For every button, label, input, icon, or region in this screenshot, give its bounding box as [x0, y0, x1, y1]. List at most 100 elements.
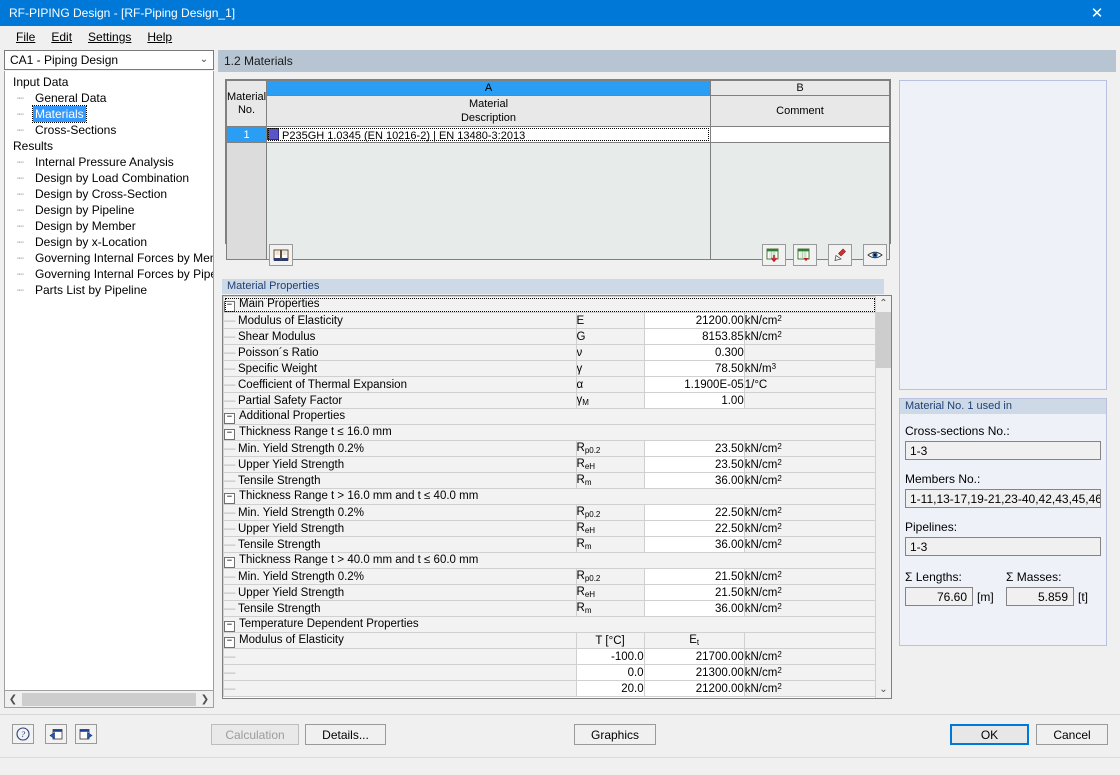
table-row[interactable]: 1 P235GH 1.0345 (EN 10216-2) | EN 13480-…	[226, 126, 890, 143]
property-row[interactable]: — Coefficient of Thermal Expansion α 1.19…	[223, 376, 877, 393]
collapse-expander-icon[interactable]: −	[224, 636, 235, 648]
sidebar-item-design-by-member[interactable]: ┈ Design by Member	[5, 218, 213, 234]
temp-value[interactable]: 0.0	[575, 664, 645, 681]
ok-button[interactable]: OK	[950, 724, 1029, 745]
group-thickness-range-2[interactable]: − Thickness Range t > 16.0 mm and t ≤ 40.…	[223, 488, 876, 505]
group-main-properties[interactable]: − Main Properties	[223, 296, 876, 313]
property-row[interactable]: — -100.0 21700.00 kN/cm2	[223, 648, 877, 665]
group-modulus-of-elasticity-temp[interactable]: − Modulus of Elasticity	[223, 632, 577, 649]
property-row[interactable]: — Modulus of Elasticity E 21200.00 kN/cm2	[223, 312, 877, 329]
view-material-button[interactable]	[863, 244, 887, 266]
sidebar-item-governing-internal-forces-by-pipeline[interactable]: ┈ Governing Internal Forces by Pipeline	[5, 266, 213, 282]
property-row[interactable]: — Min. Yield Strength 0.2% Rp0.2 23.50 kN…	[223, 440, 877, 457]
property-row[interactable]: — Shear Modulus G 8153.85 kN/cm2	[223, 328, 877, 345]
close-icon[interactable]: ✕	[1074, 0, 1120, 26]
pick-material-button[interactable]	[828, 244, 852, 266]
et-value[interactable]: 21200.00	[643, 680, 745, 697]
collapse-expander-icon[interactable]: −	[224, 556, 235, 568]
property-value[interactable]: 23.50	[643, 456, 745, 473]
column-header-a[interactable]: A	[266, 80, 711, 96]
material-description-cell[interactable]: P235GH 1.0345 (EN 10216-2) | EN 13480-3:…	[266, 126, 711, 143]
group-additional-properties[interactable]: − Additional Properties	[223, 408, 876, 425]
property-row[interactable]: — Tensile Strength Rm 36.00 kN/cm2	[223, 600, 877, 617]
property-group-row[interactable]: − Thickness Range t > 40.0 mm and t ≤ 60.…	[223, 552, 876, 569]
sidebar-item-design-by-x-location[interactable]: ┈ Design by x-Location	[5, 234, 213, 250]
menu-item-file[interactable]: File	[8, 28, 43, 46]
cross-sections-field[interactable]: 1-3	[905, 441, 1101, 460]
material-properties-panel[interactable]: − Main Properties — Modulus of Elasticity …	[222, 295, 892, 699]
property-value[interactable]: 1.1900E-05	[643, 376, 745, 393]
members-field[interactable]: 1-11,13-17,19-21,23-40,42,43,45,46,48	[905, 489, 1101, 508]
scroll-left-icon[interactable]: ❮	[5, 694, 21, 705]
property-value[interactable]: 21.50	[643, 584, 745, 601]
property-row[interactable]: — Min. Yield Strength 0.2% Rp0.2 21.50 kN…	[223, 568, 877, 585]
navigation-tree[interactable]: Input Data ┈ General Data ┈ Materials ┈ Cro…	[4, 71, 214, 691]
property-value[interactable]: 0.300	[643, 344, 745, 361]
temp-value[interactable]: -100.0	[575, 648, 645, 665]
property-value[interactable]: 8153.85	[643, 328, 745, 345]
property-row[interactable]: — Upper Yield Strength ReH 21.50 kN/cm2	[223, 584, 877, 601]
menu-item-edit[interactable]: Edit	[43, 28, 80, 46]
materials-table[interactable]: Material No. A B Material Description Co…	[225, 79, 891, 260]
property-group-header-row[interactable]: − Modulus of Elasticity T [°C] Et	[223, 632, 877, 649]
et-value[interactable]: 21700.00	[643, 648, 745, 665]
pipelines-field[interactable]: 1-3	[905, 537, 1101, 556]
property-value[interactable]: 21.50	[643, 568, 745, 585]
sidebar-item-internal-pressure-analysis[interactable]: ┈ Internal Pressure Analysis	[5, 154, 213, 170]
collapse-expander-icon[interactable]: −	[224, 492, 235, 504]
property-value[interactable]: 36.00	[643, 536, 745, 553]
next-view-button[interactable]	[75, 724, 97, 744]
sidebar-item-design-by-load-combination[interactable]: ┈ Design by Load Combination	[5, 170, 213, 186]
property-value[interactable]: 23.50	[643, 440, 745, 457]
property-group-row[interactable]: − Thickness Range t ≤ 16.0 mm	[223, 424, 876, 441]
sidebar-item-governing-internal-forces-by-member[interactable]: ┈ Governing Internal Forces by Member	[5, 250, 213, 266]
tree-group-input-data[interactable]: Input Data	[5, 74, 213, 90]
group-temperature-dependent-properties[interactable]: − Temperature Dependent Properties	[223, 616, 876, 633]
column-header-b[interactable]: B	[710, 80, 890, 96]
scrollbar-thumb[interactable]	[876, 312, 891, 368]
sidebar-item-design-by-cross-section[interactable]: ┈ Design by Cross-Section	[5, 186, 213, 202]
group-thickness-range-1[interactable]: − Thickness Range t ≤ 16.0 mm	[223, 424, 876, 441]
property-value[interactable]: 36.00	[643, 472, 745, 489]
collapse-expander-icon[interactable]: −	[224, 300, 235, 312]
property-value[interactable]: 1.00	[643, 392, 745, 409]
property-row[interactable]: — Upper Yield Strength ReH 22.50 kN/cm2	[223, 520, 877, 537]
scroll-right-icon[interactable]: ❯	[197, 694, 213, 705]
graphics-button[interactable]: Graphics	[574, 724, 656, 745]
property-row[interactable]: — Tensile Strength Rm 36.00 kN/cm2	[223, 536, 877, 553]
property-group-row[interactable]: − Thickness Range t > 16.0 mm and t ≤ 40.…	[223, 488, 876, 505]
sidebar-item-design-by-pipeline[interactable]: ┈ Design by Pipeline	[5, 202, 213, 218]
details-button[interactable]: Details...	[305, 724, 386, 745]
sidebar-item-cross-sections[interactable]: ┈ Cross-Sections	[5, 122, 213, 138]
property-value[interactable]: 78.50	[643, 360, 745, 377]
export-to-excel-button[interactable]	[793, 244, 817, 266]
group-thickness-range-3[interactable]: − Thickness Range t > 40.0 mm and t ≤ 60.…	[223, 552, 876, 569]
property-row[interactable]: — 0.0 21300.00 kN/cm2	[223, 664, 877, 681]
property-row[interactable]: — Tensile Strength Rm 36.00 kN/cm2	[223, 472, 877, 489]
tree-group-results[interactable]: Results	[5, 138, 213, 154]
scroll-up-icon[interactable]: ⌃	[876, 296, 891, 312]
material-library-button[interactable]	[269, 244, 293, 266]
property-row[interactable]: — Upper Yield Strength ReH 23.50 kN/cm2	[223, 456, 877, 473]
temp-value[interactable]: 20.0	[575, 680, 645, 697]
scrollbar-thumb[interactable]	[22, 692, 196, 706]
calculation-button[interactable]: Calculation	[211, 724, 299, 745]
sidebar-item-parts-list-by-pipeline[interactable]: ┈ Parts List by Pipeline	[5, 282, 213, 298]
material-properties-vertical-scrollbar[interactable]: ⌃ ⌄	[875, 296, 891, 698]
design-case-combo[interactable]: CA1 - Piping Design ⌄	[4, 50, 214, 70]
menu-item-settings[interactable]: Settings	[80, 28, 139, 46]
import-from-excel-button[interactable]	[762, 244, 786, 266]
navigation-tree-horizontal-scrollbar[interactable]: ❮ ❯	[4, 691, 214, 708]
masses-field[interactable]: 5.859	[1006, 587, 1074, 606]
menu-item-help[interactable]: Help	[139, 28, 180, 46]
collapse-expander-icon[interactable]: −	[224, 620, 235, 632]
property-group-row[interactable]: − Main Properties	[223, 296, 876, 313]
property-group-row[interactable]: − Additional Properties	[223, 408, 876, 425]
property-group-row[interactable]: − Temperature Dependent Properties	[223, 616, 876, 633]
collapse-expander-icon[interactable]: −	[224, 412, 235, 424]
material-comment-cell[interactable]	[710, 126, 890, 143]
row-number-cell[interactable]: 1	[226, 126, 267, 143]
cancel-button[interactable]: Cancel	[1036, 724, 1108, 745]
sidebar-item-materials[interactable]: ┈ Materials	[5, 105, 213, 123]
property-row[interactable]: — Poisson´s Ratio ν 0.300	[223, 344, 877, 361]
